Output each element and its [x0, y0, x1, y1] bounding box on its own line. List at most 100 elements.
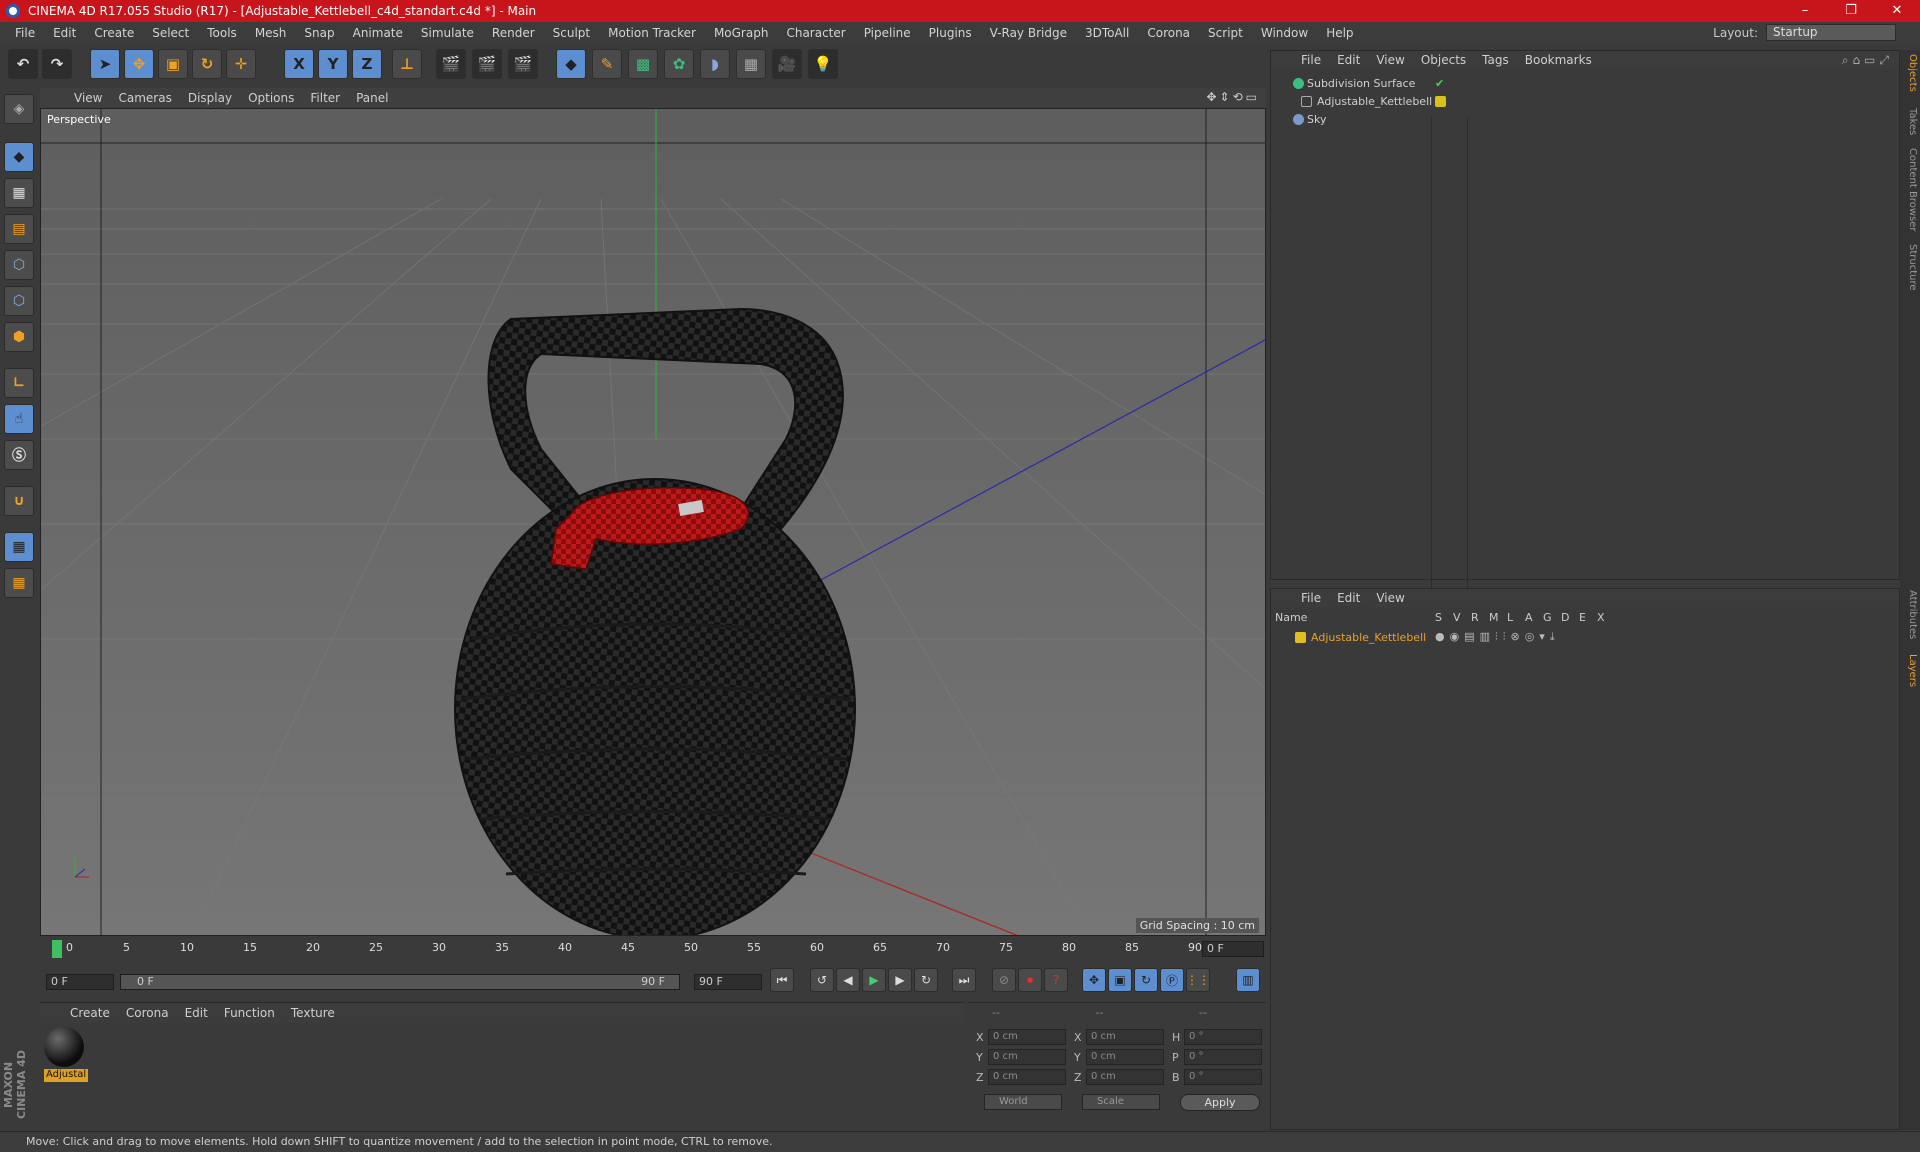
menu-pipeline[interactable]: Pipeline [855, 26, 920, 40]
render-view-icon[interactable]: 🎬 [436, 49, 466, 79]
mat-menu-create[interactable]: Create [62, 1006, 118, 1020]
menu-vray-bridge[interactable]: V-Ray Bridge [981, 26, 1076, 40]
axis-mode-icon[interactable]: ∟ [4, 368, 34, 398]
layer-toggle-icons[interactable]: ●◉▤▥⫶⫶⊗◎▾⤓ [1435, 630, 1560, 644]
move-tool-icon[interactable]: ✥ [124, 49, 154, 79]
menu-snap[interactable]: Snap [295, 26, 343, 40]
tweak-mode-icon[interactable]: ☝ [4, 404, 34, 434]
rotate-tool-icon[interactable]: ↻ [192, 49, 222, 79]
end-frame-field[interactable]: 90 F [694, 974, 762, 990]
snap-icon[interactable]: Ⓢ [4, 440, 34, 470]
layer-menu-view[interactable]: View [1368, 591, 1412, 605]
menu-mesh[interactable]: Mesh [246, 26, 296, 40]
minimize-button[interactable]: – [1782, 0, 1828, 22]
material-swatch[interactable]: Adjustal [44, 1027, 88, 1083]
viewport-nav-icons[interactable]: ✥⇕⟲▭ [1206, 90, 1260, 104]
prev-key-icon[interactable]: ↺ [810, 968, 834, 992]
select-tool-icon[interactable]: ➤ [90, 49, 120, 79]
undo-icon[interactable]: ↶ [8, 49, 38, 79]
cloner-icon[interactable]: ✿ [664, 49, 694, 79]
menu-edit[interactable]: Edit [44, 26, 85, 40]
timeline-window-icon[interactable]: ▥ [1236, 968, 1260, 992]
menu-corona[interactable]: Corona [1138, 26, 1199, 40]
tab-structure[interactable]: Structure [1902, 244, 1918, 291]
render-settings-icon[interactable]: 🎬 [508, 49, 538, 79]
menu-3dtoall[interactable]: 3DToAll [1076, 26, 1138, 40]
obj-panel-tools-icon[interactable]: ⌕⌂▭⤢ [1842, 53, 1893, 68]
menu-tools[interactable]: Tools [198, 26, 246, 40]
record-keys-icon[interactable]: ⊘ [992, 968, 1016, 992]
menu-simulate[interactable]: Simulate [412, 26, 483, 40]
workplane-axis-icon[interactable]: ▦ [4, 568, 34, 598]
scale-tool-icon[interactable]: ▣ [158, 49, 188, 79]
menu-sculpt[interactable]: Sculpt [544, 26, 599, 40]
current-frame-field[interactable]: 0 F [1202, 941, 1264, 957]
viewport-menu-filter[interactable]: Filter [302, 91, 348, 105]
floor-icon[interactable]: ▦ [736, 49, 766, 79]
menu-motion-tracker[interactable]: Motion Tracker [599, 26, 705, 40]
tab-attributes[interactable]: Attributes [1902, 590, 1918, 639]
menu-character[interactable]: Character [777, 26, 854, 40]
key-scale-icon[interactable]: ▣ [1108, 968, 1132, 992]
timeline-ruler[interactable]: 0 5 10 15 20 25 30 35 40 45 50 55 60 65 … [50, 937, 1202, 963]
layer-menu-edit[interactable]: Edit [1329, 591, 1368, 605]
timeline[interactable]: 0 5 10 15 20 25 30 35 40 45 50 55 60 65 … [40, 937, 1266, 963]
workplane-icon[interactable]: ▤ [4, 214, 34, 244]
rotation-p-field[interactable]: 0 ° [1184, 1049, 1262, 1065]
camera-icon[interactable]: 🎥 [772, 49, 802, 79]
key-rotation-icon[interactable]: ↻ [1134, 968, 1158, 992]
menu-select[interactable]: Select [143, 26, 198, 40]
object-row[interactable]: Subdivision Surface ✔ [1271, 75, 1899, 93]
layout-select[interactable]: Startup [1766, 24, 1896, 41]
redo-icon[interactable]: ↷ [42, 49, 72, 79]
object-row[interactable]: Sky [1271, 111, 1899, 129]
viewport-menu-view[interactable]: View [66, 91, 110, 105]
key-parameter-icon[interactable]: Ⓟ [1160, 968, 1184, 992]
mat-menu-corona[interactable]: Corona [118, 1006, 177, 1020]
points-mode-icon[interactable]: ⬡ [4, 250, 34, 280]
viewport-menu-panel[interactable]: Panel [348, 91, 396, 105]
obj-menu-tags[interactable]: Tags [1474, 53, 1517, 67]
prev-frame-icon[interactable]: ◀ [836, 968, 860, 992]
tab-layers[interactable]: Layers [1902, 654, 1918, 687]
edges-mode-icon[interactable]: ⬡ [4, 286, 34, 316]
lock-workplane-icon[interactable]: ▦ [4, 532, 34, 562]
play-icon[interactable]: ▶ [862, 968, 886, 992]
coord-scale-select[interactable]: Scale [1082, 1094, 1160, 1110]
menu-animate[interactable]: Animate [344, 26, 412, 40]
layer-menu-file[interactable]: File [1293, 591, 1329, 605]
position-x-field[interactable]: 0 cm [988, 1029, 1066, 1045]
position-z-field[interactable]: 0 cm [988, 1069, 1066, 1085]
z-axis-button[interactable]: Z [352, 49, 382, 79]
layer-row[interactable]: Adjustable_Kettlebell ●◉▤▥⫶⫶⊗◎▾⤓ [1271, 629, 1899, 647]
menu-plugins[interactable]: Plugins [920, 26, 981, 40]
size-y-field[interactable]: 0 cm [1086, 1049, 1164, 1065]
subdivision-surface-icon[interactable]: ▩ [628, 49, 658, 79]
key-position-icon[interactable]: ✥ [1082, 968, 1106, 992]
menu-render[interactable]: Render [483, 26, 544, 40]
viewport-menu-display[interactable]: Display [180, 91, 240, 105]
obj-menu-objects[interactable]: Objects [1413, 53, 1474, 67]
key-pla-icon[interactable]: ⋮⋮ [1186, 968, 1210, 992]
object-row[interactable]: Adjustable_Kettlebell [1271, 93, 1899, 111]
y-axis-button[interactable]: Y [318, 49, 348, 79]
menu-help[interactable]: Help [1317, 26, 1362, 40]
keyframe-selection-icon[interactable]: ? [1044, 968, 1068, 992]
close-button[interactable]: ✕ [1874, 0, 1920, 22]
menu-file[interactable]: File [6, 26, 44, 40]
rotation-b-field[interactable]: 0 ° [1184, 1069, 1262, 1085]
apply-button[interactable]: Apply [1180, 1094, 1260, 1111]
menu-window[interactable]: Window [1252, 26, 1317, 40]
viewport-menu-cameras[interactable]: Cameras [110, 91, 179, 105]
cube-icon[interactable]: ◆ [556, 49, 586, 79]
playhead[interactable] [52, 940, 62, 958]
menu-create[interactable]: Create [85, 26, 143, 40]
size-x-field[interactable]: 0 cm [1086, 1029, 1164, 1045]
position-y-field[interactable]: 0 cm [988, 1049, 1066, 1065]
next-key-icon[interactable]: ↻ [914, 968, 938, 992]
coordinate-system-icon[interactable]: ⊥ [392, 49, 422, 79]
goto-end-icon[interactable]: ⏭ [952, 968, 976, 992]
polygons-mode-icon[interactable]: ⬢ [4, 322, 34, 352]
maximize-button[interactable]: ❐ [1828, 0, 1874, 22]
live-selection-icon[interactable]: ✛ [226, 49, 256, 79]
